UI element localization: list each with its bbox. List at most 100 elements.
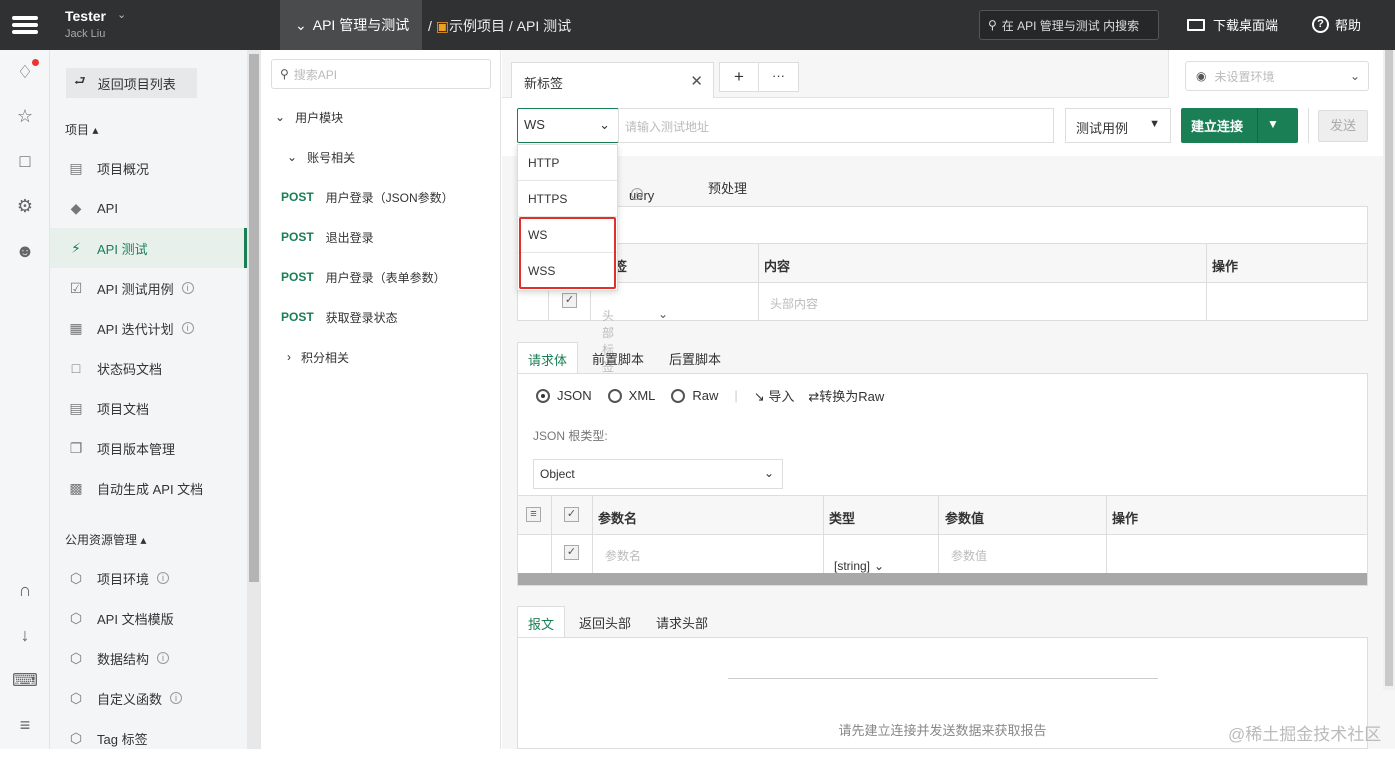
param-value-input[interactable]: 参数值 bbox=[951, 547, 987, 564]
sidebar-item-iteration-plan[interactable]: ▦ API 迭代计划 i bbox=[50, 308, 247, 348]
tree-group-points[interactable]: › 积分相关 bbox=[287, 337, 349, 377]
highlight-box bbox=[519, 217, 616, 289]
main-scroll-thumb[interactable] bbox=[1385, 50, 1393, 686]
import-icon: ↘ bbox=[753, 389, 765, 404]
chevron-down-icon: ⌄ bbox=[874, 559, 885, 573]
tab-new[interactable]: 新标签 ✕ bbox=[511, 62, 714, 99]
tab-request-headers[interactable]: 请求头部 bbox=[646, 606, 718, 638]
sidebar-item-status-codes[interactable]: □ 状态码文档 bbox=[50, 348, 247, 388]
table-horizontal-scrollbar[interactable] bbox=[518, 573, 1367, 585]
sidebar-item-versions[interactable]: ❐ 项目版本管理 bbox=[50, 428, 247, 468]
test-case-select[interactable]: 测试用例 ▼ bbox=[1065, 108, 1171, 143]
close-icon[interactable]: ✕ bbox=[690, 72, 703, 90]
sidebar-item-api[interactable]: ◆ API bbox=[50, 188, 247, 228]
tab-request-body[interactable]: 请求体 bbox=[517, 342, 579, 374]
sidebar-item-api-test[interactable]: ⚡ API 测试 bbox=[50, 228, 247, 268]
radio-raw[interactable]: Raw bbox=[671, 388, 718, 403]
protocol-option-https[interactable]: HTTPS bbox=[518, 181, 617, 217]
api-item[interactable]: POST 退出登录 bbox=[281, 217, 374, 257]
back-to-projects-button[interactable]: ⮐ 返回项目列表 bbox=[66, 68, 197, 98]
url-input[interactable]: 请输入测试地址 bbox=[618, 108, 1054, 143]
param-name-input[interactable]: 参数名 bbox=[605, 547, 641, 564]
env-area: ◉ 未设置环境 ⌄ bbox=[1168, 50, 1395, 98]
breadcrumb: / ▣示例项目 / API 测试 bbox=[428, 16, 571, 36]
sidebar-item-tags[interactable]: ⬡ Tag 标签 bbox=[50, 718, 247, 758]
more-tabs-button[interactable]: ··· bbox=[759, 62, 799, 92]
tab-response-body[interactable]: 报文 bbox=[517, 606, 566, 638]
radio-json[interactable]: JSON bbox=[536, 388, 592, 403]
star-icon[interactable]: ☆ bbox=[0, 106, 50, 127]
radio-xml[interactable]: XML bbox=[607, 388, 655, 403]
tree-group-user[interactable]: ⌄ 用户模块 bbox=[275, 97, 343, 137]
headset-icon[interactable]: ∩ bbox=[0, 580, 50, 601]
import-button[interactable]: ↘ 导入 bbox=[754, 386, 795, 405]
main-panel: 新标签 ✕ + ··· ◉ 未设置环境 ⌄ WS ⌄ 请输入测试地址 测试用例 … bbox=[502, 50, 1395, 749]
sidebar-item-api-test-case[interactable]: ☑ API 测试用例 i bbox=[50, 268, 247, 308]
tab-pre-script[interactable]: 前置脚本 bbox=[582, 342, 654, 374]
sidebar-item-project-docs[interactable]: ▤ 项目文档 bbox=[50, 388, 247, 428]
tab-response-headers[interactable]: 返回头部 bbox=[569, 606, 641, 638]
select-all-checkbox[interactable]: ✓ bbox=[564, 507, 579, 522]
api-item[interactable]: POST 用户登录（JSON参数） bbox=[281, 177, 454, 217]
tab-preprocess[interactable]: 预处理 bbox=[708, 178, 747, 197]
cube-icon: ⬡ bbox=[69, 609, 83, 626]
list-doc-icon: ▤ bbox=[69, 399, 83, 416]
shirt-icon[interactable]: □ bbox=[0, 151, 50, 172]
breadcrumb-project[interactable]: 示例项目 bbox=[449, 18, 505, 34]
menu-icon[interactable]: ≡ bbox=[0, 715, 50, 736]
divider bbox=[1308, 108, 1309, 143]
tree-group-account[interactable]: ⌄ 账号相关 bbox=[287, 137, 355, 177]
request-tabs: uery参数i 预处理 bbox=[502, 168, 1395, 240]
user-menu[interactable]: Tester Jack Liu ⌄ bbox=[65, 8, 126, 40]
main-scrollbar[interactable] bbox=[1383, 50, 1395, 690]
convert-raw-button[interactable]: ⇄转换为Raw bbox=[808, 386, 884, 405]
logo-icon[interactable] bbox=[0, 0, 50, 50]
tree-group-label: 用户模块 bbox=[295, 110, 344, 125]
section-project[interactable]: 项目 ▴ bbox=[65, 121, 98, 138]
send-button[interactable]: 发送 bbox=[1318, 110, 1368, 142]
protocol-select[interactable]: WS ⌄ bbox=[517, 108, 619, 143]
sidebar-item-custom-func[interactable]: ⬡ 自定义函数 i bbox=[50, 678, 247, 718]
add-user-icon[interactable]: ☻ bbox=[0, 241, 50, 262]
global-search-input[interactable]: ⚲ 在 API 管理与测试 内搜索 bbox=[979, 10, 1159, 40]
sidebar-item-env[interactable]: ⬡ 项目环境 i bbox=[50, 558, 247, 598]
tab-post-script[interactable]: 后置脚本 bbox=[659, 342, 731, 374]
sidebar-item-data-structure[interactable]: ⬡ 数据结构 i bbox=[50, 638, 247, 678]
keyboard-icon[interactable]: ⌨ bbox=[0, 670, 50, 691]
back-arrow-icon: ⮐ bbox=[74, 73, 86, 88]
sidebar-item-doc-template[interactable]: ⬡ API 文档模版 bbox=[50, 598, 247, 638]
sidebar-item-auto-docs[interactable]: ▩ 自动生成 API 文档 bbox=[50, 468, 247, 508]
row-checkbox[interactable]: ✓ bbox=[564, 545, 579, 560]
add-tab-button[interactable]: + bbox=[719, 62, 759, 92]
json-root-type-select[interactable]: Object ⌄ bbox=[533, 459, 783, 489]
chevron-down-icon: ⌄ bbox=[117, 9, 127, 21]
download-desktop-link[interactable]: 下载桌面端 bbox=[1187, 15, 1278, 34]
header-content-input[interactable]: 头部内容 bbox=[770, 295, 818, 312]
sidebar-item-label: API 迭代计划 bbox=[97, 321, 174, 337]
api-search-input[interactable]: ⚲ 搜索API bbox=[271, 59, 491, 89]
api-item[interactable]: POST 获取登录状态 bbox=[281, 297, 398, 337]
sidebar-item-label: Tag 标签 bbox=[97, 731, 148, 747]
tab-strip: 新标签 ✕ + ··· bbox=[502, 50, 1168, 99]
tag-icon: ◆ bbox=[70, 199, 82, 216]
cube-icon: ⬡ bbox=[69, 689, 83, 706]
connect-button[interactable]: 建立连接 ▼ bbox=[1181, 108, 1298, 143]
table-row: ✓ 头部标签 ⌄ 头部内容 bbox=[518, 283, 1367, 374]
env-select[interactable]: ◉ 未设置环境 ⌄ bbox=[1185, 61, 1369, 91]
divider bbox=[823, 495, 824, 573]
bell-icon[interactable]: ♢ bbox=[0, 62, 50, 83]
gear-icon[interactable]: ⚙ bbox=[0, 196, 50, 217]
api-item[interactable]: POST 用户登录（表单参数） bbox=[281, 257, 446, 297]
download-icon[interactable]: ↓ bbox=[0, 625, 50, 646]
module-tab[interactable]: ⌄ API 管理与测试 bbox=[280, 0, 422, 50]
help-link[interactable]: ? 帮助 bbox=[1312, 15, 1361, 34]
row-checkbox[interactable]: ✓ bbox=[562, 293, 577, 308]
sidebar-scrollbar[interactable] bbox=[247, 50, 261, 749]
section-shared[interactable]: 公用资源管理 ▴ bbox=[65, 531, 146, 548]
sidebar-item-overview[interactable]: ▤ 项目概况 bbox=[50, 148, 247, 188]
divider bbox=[758, 243, 759, 321]
caret-down-icon[interactable]: ▼ bbox=[1267, 117, 1279, 131]
sidebar-scroll-thumb[interactable] bbox=[249, 54, 259, 582]
list-icon[interactable]: ≡ bbox=[526, 507, 541, 522]
protocol-option-http[interactable]: HTTP bbox=[518, 145, 617, 181]
